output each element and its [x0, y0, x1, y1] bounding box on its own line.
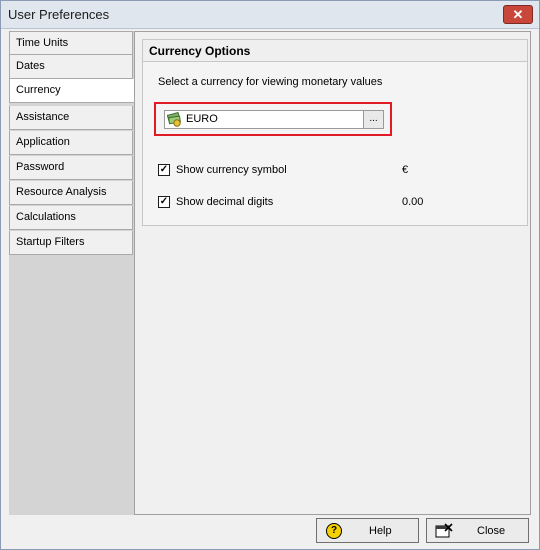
- group-header: Currency Options: [143, 40, 527, 62]
- nav-item-time-units[interactable]: Time Units: [9, 31, 133, 55]
- nav-item-calculations[interactable]: Calculations: [9, 206, 133, 230]
- preferences-nav: Time Units Dates Currency Assistance App…: [9, 31, 135, 515]
- money-icon: [167, 112, 181, 127]
- nav-item-resource-analysis[interactable]: Resource Analysis: [9, 181, 133, 205]
- browse-currency-button[interactable]: ...: [363, 111, 383, 128]
- nav-item-label: Assistance: [16, 111, 70, 123]
- window-title: User Preferences: [8, 7, 110, 22]
- content-panel: Currency Options Select a currency for v…: [134, 31, 531, 515]
- nav-item-assistance[interactable]: Assistance: [9, 106, 133, 130]
- nav-item-label: Calculations: [16, 211, 76, 223]
- currency-instruction: Select a currency for viewing monetary v…: [158, 76, 383, 88]
- title-bar: User Preferences ✕: [1, 1, 539, 29]
- nav-item-label: Time Units: [16, 37, 69, 49]
- close-button[interactable]: Close: [426, 518, 529, 543]
- close-button-label: Close: [477, 525, 506, 537]
- show-decimal-digits-checkbox[interactable]: ✓: [158, 196, 170, 208]
- nav-item-label: Currency: [16, 84, 61, 96]
- help-button-label: Help: [369, 525, 392, 537]
- show-currency-symbol-checkbox[interactable]: ✓: [158, 164, 170, 176]
- nav-item-label: Password: [16, 161, 65, 173]
- nav-item-dates[interactable]: Dates: [9, 55, 133, 79]
- currency-options-group: Currency Options Select a currency for v…: [142, 39, 528, 226]
- user-preferences-window: User Preferences ✕ Time Units Dates Curr…: [0, 0, 540, 550]
- nav-item-label: Resource Analysis: [16, 186, 107, 198]
- close-window-icon: [435, 523, 453, 538]
- currency-symbol-value: €: [402, 164, 409, 176]
- show-decimal-digits-label: Show decimal digits: [176, 196, 274, 208]
- decimal-digits-value: 0.00: [402, 196, 424, 208]
- selected-currency: EURO: [186, 113, 218, 125]
- currency-highlight-box: EURO ...: [154, 102, 392, 136]
- nav-item-startup-filters[interactable]: Startup Filters: [9, 231, 133, 255]
- currency-select-field[interactable]: EURO ...: [164, 110, 384, 129]
- nav-item-password[interactable]: Password: [9, 156, 133, 180]
- nav-item-label: Dates: [16, 60, 45, 72]
- nav-item-label: Startup Filters: [16, 236, 85, 248]
- show-currency-symbol-label: Show currency symbol: [176, 164, 287, 176]
- nav-item-label: Application: [16, 136, 70, 148]
- window-close-icon[interactable]: ✕: [503, 5, 533, 24]
- nav-item-application[interactable]: Application: [9, 131, 133, 155]
- help-button[interactable]: ? Help: [316, 518, 419, 543]
- nav-item-currency[interactable]: Currency: [9, 79, 135, 103]
- help-icon: ?: [326, 523, 342, 539]
